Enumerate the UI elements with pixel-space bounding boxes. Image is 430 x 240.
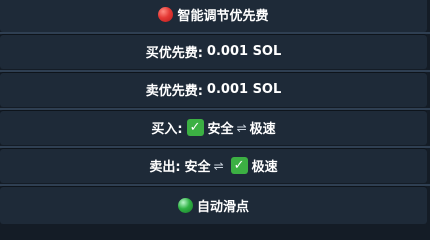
buy-mode-option-safe: 安全 (207, 122, 234, 137)
check-icon: ✓ (186, 119, 204, 136)
swap-arrows-icon: ⇌ (236, 120, 247, 135)
buy-mode-label: 买入: (151, 122, 183, 137)
check-icon: ✓ (230, 157, 248, 174)
buy-mode-toggle[interactable]: 买入: ✓ 安全 ⇌ 极速 (0, 110, 427, 145)
red-circle-icon (158, 6, 174, 22)
sell-fee-label: 卖优先费: (145, 84, 203, 99)
smart-priority-fee-label: 智能调节优先费 (177, 8, 269, 24)
auto-slippage-label: 自动滑点 (196, 199, 249, 215)
buy-mode-option-fast: 极速 (249, 122, 276, 137)
sell-mode-option-safe: 安全 (184, 160, 211, 175)
smart-priority-fee-button[interactable]: 智能调节优先费 (0, 0, 427, 32)
sell-fee-value: 0.001 SOL (206, 82, 282, 97)
sell-priority-fee-button[interactable]: 卖优先费: 0.001 SOL (0, 72, 427, 107)
green-circle-icon (177, 197, 193, 213)
sell-mode-toggle[interactable]: 卖出: 安全 ⇌ ✓ 极速 (0, 148, 427, 183)
swap-arrows-icon: ⇌ (213, 158, 224, 173)
sell-mode-option-fast: 极速 (251, 160, 278, 175)
auto-slippage-button[interactable]: 自动滑点 (0, 186, 427, 224)
buy-priority-fee-button[interactable]: 买优先费: 0.001 SOL (0, 34, 427, 69)
sell-mode-label: 卖出: (149, 160, 181, 175)
settings-panel: 智能调节优先费 买优先费: 0.001 SOL 卖优先费: 0.001 SOL … (0, 0, 430, 226)
buy-fee-value: 0.001 SOL (206, 44, 282, 59)
buy-fee-label: 买优先费: (145, 46, 203, 61)
